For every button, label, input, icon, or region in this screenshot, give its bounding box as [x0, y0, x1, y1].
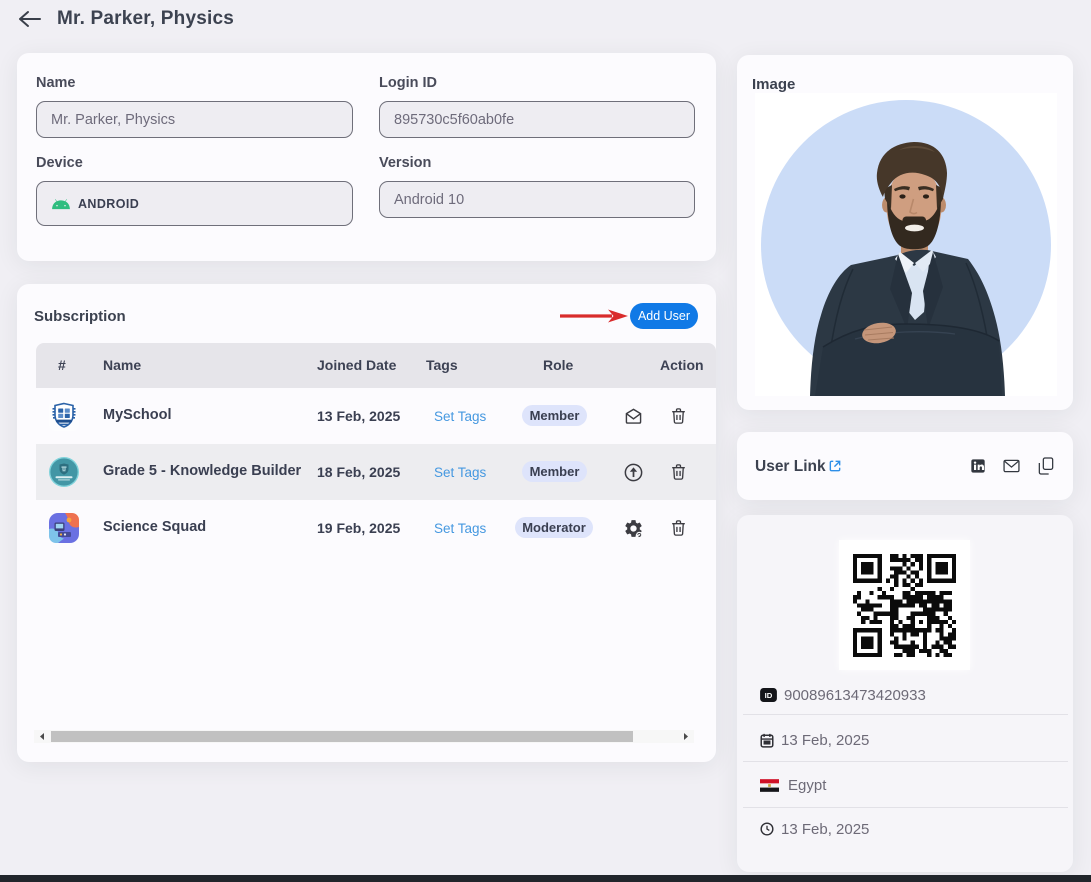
- svg-text:ID: ID: [765, 691, 773, 700]
